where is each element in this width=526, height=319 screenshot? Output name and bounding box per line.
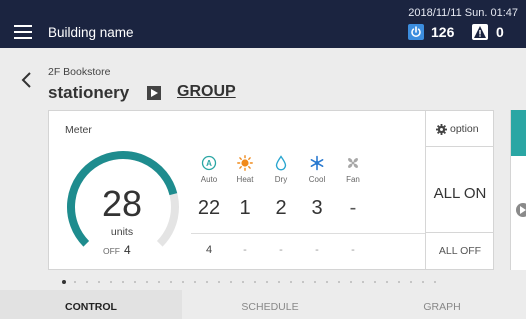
snowflake-icon	[302, 155, 332, 171]
mode-cool-label: Cool	[308, 175, 326, 184]
alert-count: 0	[496, 24, 504, 40]
back-chevron-icon[interactable]	[20, 70, 34, 90]
mode-auto-count: 22	[197, 197, 221, 219]
mode-cool-off: -	[315, 244, 319, 256]
page-dot	[74, 281, 76, 283]
off-label: OFF	[103, 246, 120, 256]
page-dot	[206, 281, 208, 283]
gear-icon	[436, 124, 447, 135]
page-dot	[170, 281, 172, 283]
group-link[interactable]: GROUP	[177, 83, 236, 101]
tab-graph[interactable]: GRAPH	[358, 290, 526, 319]
sun-icon	[230, 155, 260, 171]
hamburger-menu-icon[interactable]	[14, 25, 32, 39]
page-dot	[158, 281, 160, 283]
page-dot	[110, 281, 112, 283]
page-dot	[398, 281, 400, 283]
page-dot	[326, 281, 328, 283]
droplet-icon	[266, 155, 296, 171]
page-dot	[122, 281, 124, 283]
meter-label: Meter	[65, 124, 92, 136]
page-dot	[218, 281, 220, 283]
page-dot	[254, 281, 256, 283]
mode-fan-label: Fan	[346, 175, 360, 184]
power-on-count: 126	[431, 24, 455, 40]
mode-heat-count: 1	[239, 197, 251, 219]
units-label: units	[110, 226, 134, 238]
tab-control[interactable]: CONTROL	[0, 290, 182, 319]
page-dot	[350, 281, 352, 283]
mode-fan-count: -	[349, 197, 357, 219]
all-on-button[interactable]: ALL ON	[426, 147, 494, 233]
page-dot	[362, 281, 364, 283]
page-dot	[146, 281, 148, 283]
page-dot	[182, 281, 184, 283]
next-card-header	[511, 110, 526, 156]
mode-cool-count: 3	[311, 197, 323, 219]
page-dot	[98, 281, 100, 283]
mode-heat-off: -	[243, 244, 247, 256]
page-dot-active	[62, 280, 66, 284]
tab-schedule[interactable]: SCHEDULE	[182, 290, 358, 319]
option-button[interactable]: option	[426, 111, 494, 147]
tab-bar: CONTROL SCHEDULE GRAPH	[0, 290, 526, 319]
mode-auto-off: 4	[205, 244, 213, 256]
page-dot	[302, 281, 304, 283]
page-dot	[278, 281, 280, 283]
group-title: stationery	[48, 83, 130, 102]
page-indicator	[62, 280, 462, 285]
floor-label: 2F Bookstore	[48, 66, 111, 78]
page-dot	[266, 281, 268, 283]
page-dot	[410, 281, 412, 283]
mode-heat-label: Heat	[236, 175, 254, 184]
page-dot	[194, 281, 196, 283]
next-card-preview[interactable]	[510, 110, 526, 270]
alert-icon	[472, 24, 488, 40]
all-off-button[interactable]: ALL OFF	[426, 233, 494, 269]
power-icon	[408, 24, 424, 40]
mode-dry-label: Dry	[274, 175, 288, 184]
top-bar: Building name 2018/11/11 Sun. 01:47 126 …	[0, 0, 526, 48]
mode-auto-label: Auto	[200, 175, 218, 184]
divider	[191, 233, 425, 234]
fan-icon	[338, 155, 368, 171]
page-dot	[374, 281, 376, 283]
option-label: option	[450, 123, 479, 135]
svg-text:A: A	[206, 159, 212, 168]
page-dot	[290, 281, 292, 283]
page-dot	[422, 281, 424, 283]
next-arrow-icon[interactable]	[516, 203, 526, 217]
meter-card: Meter 28 units OFF 4 A Auto Heat Dry Coo…	[48, 110, 494, 270]
play-arrow-icon[interactable]	[147, 86, 161, 100]
page-dot	[434, 281, 436, 283]
page-dot	[134, 281, 136, 283]
auto-icon: A	[194, 155, 224, 171]
off-count: 4	[124, 243, 131, 257]
units-value: 28	[101, 183, 143, 224]
page-dot	[338, 281, 340, 283]
page-dot	[314, 281, 316, 283]
mode-fan-off: -	[351, 244, 355, 256]
mode-dry-count: 2	[275, 197, 287, 219]
page-dot	[242, 281, 244, 283]
datetime-display: 2018/11/11 Sun. 01:47	[408, 7, 518, 19]
building-name: Building name	[48, 25, 134, 40]
page-dot	[86, 281, 88, 283]
mode-dry-off: -	[279, 244, 283, 256]
page-dot	[386, 281, 388, 283]
page-dot	[230, 281, 232, 283]
